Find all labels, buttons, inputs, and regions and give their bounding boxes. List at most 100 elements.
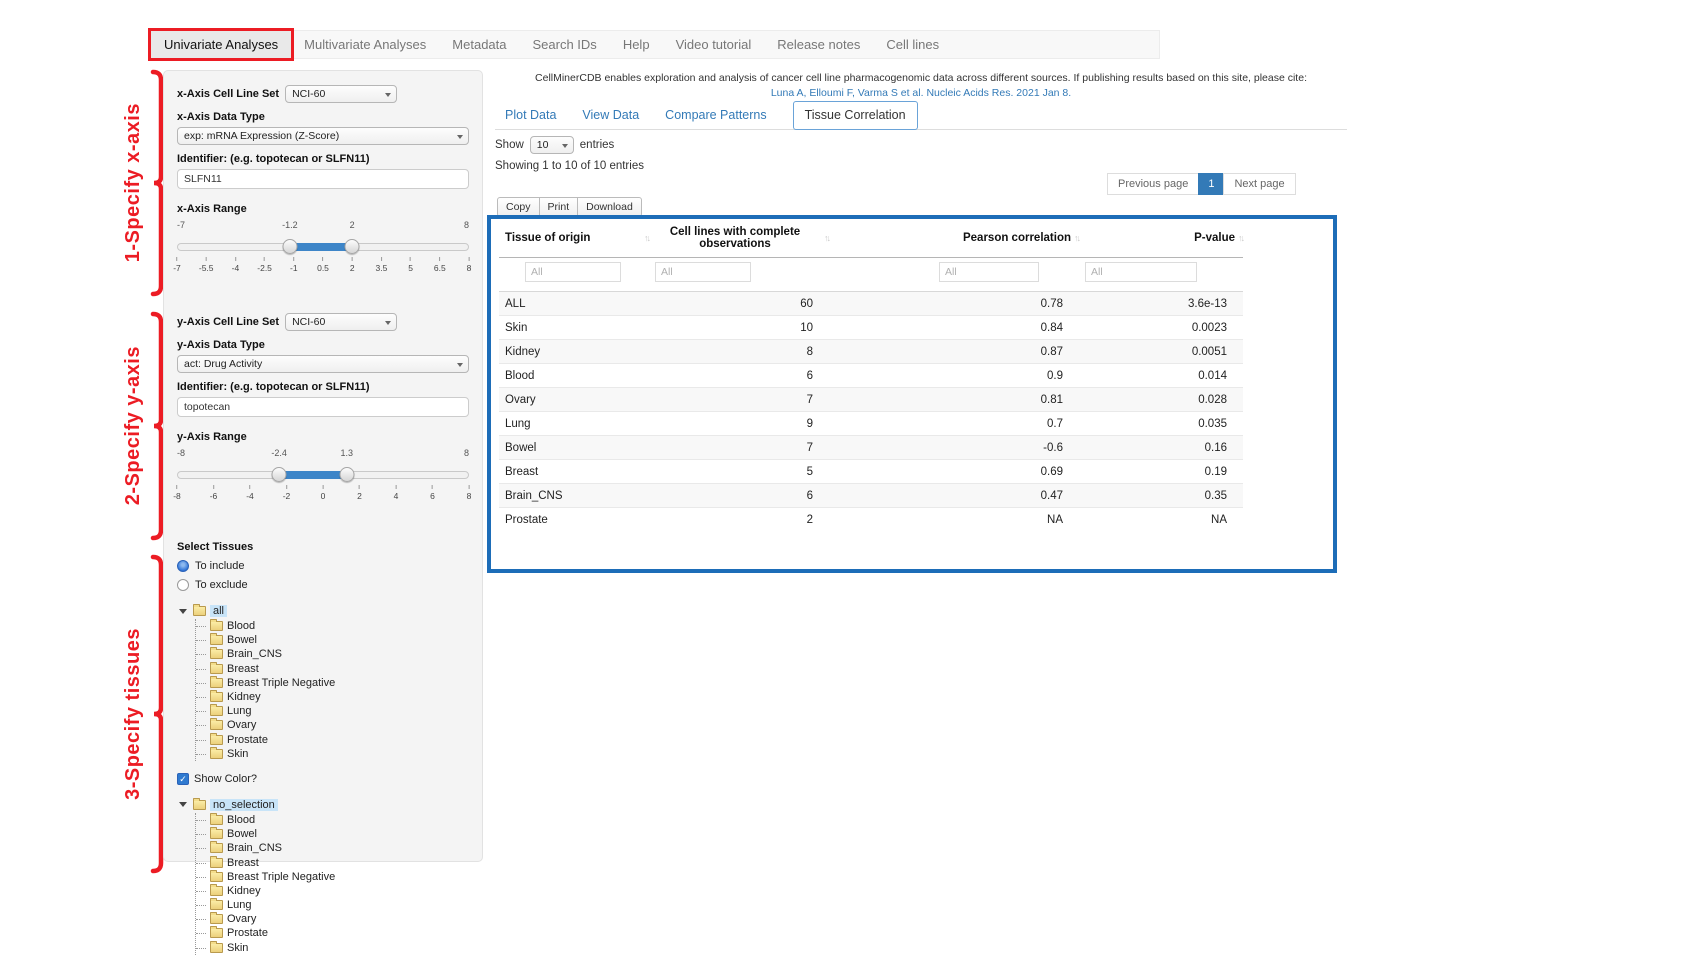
tree-root-all[interactable]: all <box>177 603 469 619</box>
tree-item-skin[interactable]: Skin <box>196 941 469 955</box>
tree-item-kidney[interactable]: Kidney <box>196 690 469 704</box>
tree-item-bowel[interactable]: Bowel <box>196 827 469 841</box>
tree-item-label: Prostate <box>227 927 268 939</box>
cell-count: 10 <box>649 316 829 340</box>
slider-handle-high[interactable] <box>345 239 360 254</box>
tab-compare-patterns[interactable]: Compare Patterns <box>665 108 766 129</box>
table-row[interactable]: Bowel7-0.60.16 <box>499 436 1243 460</box>
tree-item-breast[interactable]: Breast <box>196 855 469 869</box>
y-axis-data-type-select[interactable]: act: Drug Activity <box>177 355 469 373</box>
column-header-cell-lines-with-complete-observations[interactable]: Cell lines with complete observations↑↓ <box>649 221 829 258</box>
tissue-include-tree: allBloodBowelBrain_CNS BreastBreast Tripl… <box>177 603 469 761</box>
y-axis-range-slider[interactable]: -8-2.41.38-8-6-4-202468 <box>177 459 469 507</box>
tree-item-ovary[interactable]: Ovary <box>196 718 469 732</box>
table-row[interactable]: ALL600.783.6e-13 <box>499 292 1243 316</box>
citation-link[interactable]: Luna A, Elloumi F, Varma S et al. Nuclei… <box>771 87 1071 99</box>
radio-icon[interactable] <box>177 579 189 591</box>
tree-item-blood[interactable]: Blood <box>196 813 469 827</box>
table-row[interactable]: Brain_CNS60.470.35 <box>499 484 1243 508</box>
tree-item-prostate[interactable]: Prostate <box>196 733 469 747</box>
tree-item-breast-triple-negative[interactable]: Breast Triple Negative <box>196 676 469 690</box>
nav-item-search-ids[interactable]: Search IDs <box>520 31 610 58</box>
checkbox-checked-icon[interactable]: ✓ <box>177 773 189 785</box>
x-axis-range-slider[interactable]: -7-1.228-7-5.5-4-2.5-10.523.556.58 <box>177 231 469 279</box>
slider-handle-low[interactable] <box>272 467 287 482</box>
sort-arrows-icon[interactable]: ↑↓ <box>1074 233 1079 243</box>
tree-item-breast-triple-negative[interactable]: Breast Triple Negative <box>196 870 469 884</box>
table-row[interactable]: Lung90.70.035 <box>499 412 1243 436</box>
tissue-radio-to-include[interactable]: To include <box>177 560 469 572</box>
table-row[interactable]: Ovary70.810.028 <box>499 388 1243 412</box>
previous-page-button[interactable]: Previous page <box>1107 173 1199 195</box>
tree-item-breast[interactable]: Breast <box>196 662 469 676</box>
tab-plot-data[interactable]: Plot Data <box>505 108 556 129</box>
table-row[interactable]: Breast50.690.19 <box>499 460 1243 484</box>
column-filter-input-p-value[interactable] <box>1085 262 1197 282</box>
x-axis-data-type-select[interactable]: exp: mRNA Expression (Z-Score) <box>177 127 469 145</box>
sort-arrows-icon[interactable]: ↑↓ <box>1238 233 1243 243</box>
tab-view-data[interactable]: View Data <box>582 108 639 129</box>
copy-button[interactable]: Copy <box>497 197 540 217</box>
slider-tick-label: 5 <box>408 257 413 273</box>
nav-item-metadata[interactable]: Metadata <box>439 31 519 58</box>
show-color-toggle[interactable]: ✓ Show Color? <box>177 773 469 785</box>
tree-item-brain-cns[interactable]: Brain_CNS <box>196 841 469 855</box>
slider-handle-low[interactable] <box>282 239 297 254</box>
cell-pearson: 0.47 <box>829 484 1079 508</box>
expand-arrow-icon[interactable] <box>179 802 187 807</box>
y-axis-cell-line-set-select[interactable]: NCI-60 <box>285 313 397 331</box>
x-axis-cell-line-set-select[interactable]: NCI-60 <box>285 85 397 103</box>
column-header-pearson-correlation[interactable]: Pearson correlation↑↓ <box>829 221 1079 258</box>
page-1-button[interactable]: 1 <box>1198 173 1224 195</box>
tree-item-prostate[interactable]: Prostate <box>196 926 469 940</box>
tree-item-lung[interactable]: Lung <box>196 898 469 912</box>
annotation-x-axis: 1-Specify x-axis <box>100 68 166 298</box>
tree-item-skin[interactable]: Skin <box>196 747 469 761</box>
table-row[interactable]: Skin100.840.0023 <box>499 316 1243 340</box>
table-row[interactable]: Blood60.90.014 <box>499 364 1243 388</box>
column-filter-input-pearson-correlation[interactable] <box>939 262 1039 282</box>
tree-root-no-selection[interactable]: no_selection <box>177 797 469 813</box>
radio-selected-icon[interactable] <box>177 560 189 572</box>
table-row[interactable]: Prostate2NANA <box>499 508 1243 532</box>
chevron-down-icon <box>457 135 463 139</box>
nav-item-univariate-analyses[interactable]: Univariate Analyses <box>151 31 291 58</box>
print-button[interactable]: Print <box>539 197 579 217</box>
nav-item-release-notes[interactable]: Release notes <box>764 31 873 58</box>
sort-arrows-icon[interactable]: ↑↓ <box>824 233 829 243</box>
table-row[interactable]: Kidney80.870.0051 <box>499 340 1243 364</box>
tree-item-lung[interactable]: Lung <box>196 704 469 718</box>
slider-selected-range[interactable] <box>279 471 347 479</box>
expand-arrow-icon[interactable] <box>179 609 187 614</box>
column-header-tissue-of-origin[interactable]: Tissue of origin↑↓ <box>499 221 649 258</box>
nav-item-multivariate-analyses[interactable]: Multivariate Analyses <box>291 31 439 58</box>
tissue-radio-to-exclude[interactable]: To exclude <box>177 579 469 591</box>
nav-item-cell-lines[interactable]: Cell lines <box>873 31 952 58</box>
tree-item-blood[interactable]: Blood <box>196 619 469 633</box>
cell-tissue: Skin <box>499 316 649 340</box>
tree-item-brain-cns[interactable]: Brain_CNS <box>196 647 469 661</box>
nav-item-help[interactable]: Help <box>610 31 663 58</box>
tree-item-label: Breast Triple Negative <box>227 677 335 689</box>
x-axis-identifier-input[interactable] <box>177 169 469 189</box>
tick-mark-icon <box>177 485 178 489</box>
slider-selected-range[interactable] <box>290 243 352 251</box>
tree-item-bowel[interactable]: Bowel <box>196 633 469 647</box>
tree-item-label: Skin <box>227 748 248 760</box>
column-header-p-value[interactable]: P-value↑↓ <box>1079 221 1243 258</box>
tree-item-ovary[interactable]: Ovary <box>196 912 469 926</box>
tree-item-kidney[interactable]: Kidney <box>196 884 469 898</box>
download-button[interactable]: Download <box>577 197 642 217</box>
entries-count-select[interactable]: 10 <box>530 136 574 154</box>
column-filter-input-cell-lines-with-complete-observations[interactable] <box>655 262 751 282</box>
slider-handle-high[interactable] <box>339 467 354 482</box>
next-page-button[interactable]: Next page <box>1223 173 1295 195</box>
tab-tissue-correlation[interactable]: Tissue Correlation <box>793 101 918 130</box>
y-axis-identifier-input[interactable] <box>177 397 469 417</box>
tree-item-label: Brain_CNS <box>227 648 282 660</box>
column-filter-input-tissue-of-origin[interactable] <box>525 262 621 282</box>
cell-tissue: Ovary <box>499 388 649 412</box>
nav-item-video-tutorial[interactable]: Video tutorial <box>663 31 765 58</box>
x-axis-data-type-value: exp: mRNA Expression (Z-Score) <box>184 130 339 142</box>
y-axis-data-type-label: y-Axis Data Type <box>177 339 469 351</box>
